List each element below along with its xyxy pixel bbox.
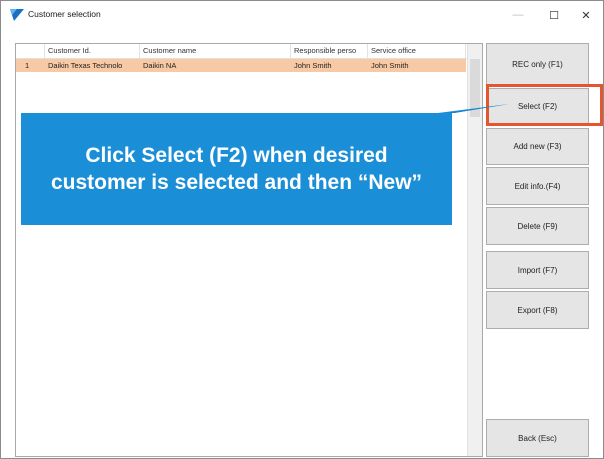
minimize-icon: — xyxy=(512,9,524,21)
title-bar[interactable]: Customer selection — ☐ ✕ xyxy=(1,1,603,29)
column-header-customer-id[interactable]: Customer Id. xyxy=(45,44,140,58)
row-customer-id: Daikin Texas Technolo xyxy=(48,61,123,70)
window-title: Customer selection xyxy=(28,9,101,19)
customer-selection-window: Customer selection — ☐ ✕ Customer Id. Cu… xyxy=(0,0,604,459)
delete-button[interactable]: Delete (F9) xyxy=(486,207,589,245)
customer-list[interactable]: Customer Id. Customer name Responsible p… xyxy=(15,43,483,457)
close-button[interactable]: ✕ xyxy=(569,1,603,29)
minimize-button[interactable]: — xyxy=(501,1,535,29)
row-service-office: John Smith xyxy=(371,61,409,70)
export-button[interactable]: Export (F8) xyxy=(486,291,589,329)
list-header: Customer Id. Customer name Responsible p… xyxy=(16,44,482,59)
import-button[interactable]: Import (F7) xyxy=(486,251,589,289)
add-new-button[interactable]: Add new (F3) xyxy=(486,128,589,165)
row-index: 1 xyxy=(25,61,30,70)
close-icon: ✕ xyxy=(581,9,591,22)
maximize-icon: ☐ xyxy=(549,9,559,22)
app-icon xyxy=(10,9,24,21)
rec-only-button[interactable]: REC only (F1) xyxy=(486,43,589,86)
scrollbar-thumb[interactable] xyxy=(470,59,480,117)
column-header-service-office[interactable]: Service office xyxy=(368,44,466,58)
maximize-button[interactable]: ☐ xyxy=(537,1,571,29)
column-header-responsible-person[interactable]: Responsible perso xyxy=(291,44,368,58)
vertical-scrollbar[interactable] xyxy=(467,44,482,456)
row-customer-name: Daikin NA xyxy=(143,61,177,70)
table-row[interactable]: 1 Daikin Texas Technolo Daikin NA John S… xyxy=(16,59,466,72)
column-header-index[interactable] xyxy=(16,44,45,58)
column-header-customer-name[interactable]: Customer name xyxy=(140,44,291,58)
back-button[interactable]: Back (Esc) xyxy=(486,419,589,457)
select-button-highlight xyxy=(486,84,603,126)
row-responsible-person: John Smith xyxy=(294,61,332,70)
instruction-callout: Click Select (F2) when desired customer … xyxy=(21,113,452,225)
edit-info-button[interactable]: Edit info.(F4) xyxy=(486,167,589,205)
